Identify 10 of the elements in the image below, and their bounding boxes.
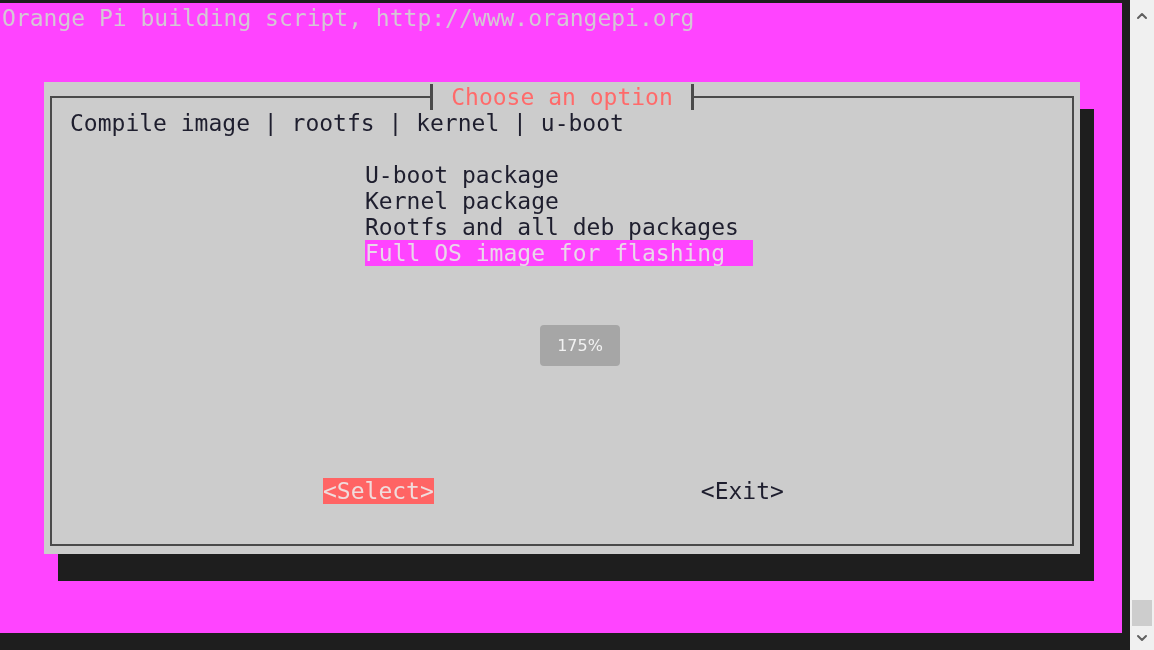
dialog-title: Choose an option: [430, 84, 694, 110]
menu-item[interactable]: Kernel package: [365, 188, 753, 214]
menu-item[interactable]: U-boot package: [365, 162, 753, 188]
scrollbar-thumb[interactable]: [1132, 600, 1152, 626]
scrollbar[interactable]: [1130, 0, 1154, 650]
menu-label: Compile image | rootfs | kernel | u-boot: [70, 110, 624, 136]
dialog-button[interactable]: <Exit>: [700, 478, 784, 504]
zoom-indicator: 175%: [540, 325, 620, 366]
menu-item[interactable]: Rootfs and all deb packages: [365, 214, 753, 240]
header-text: Orange Pi building script, http://www.orangepi.org: [1, 4, 695, 31]
